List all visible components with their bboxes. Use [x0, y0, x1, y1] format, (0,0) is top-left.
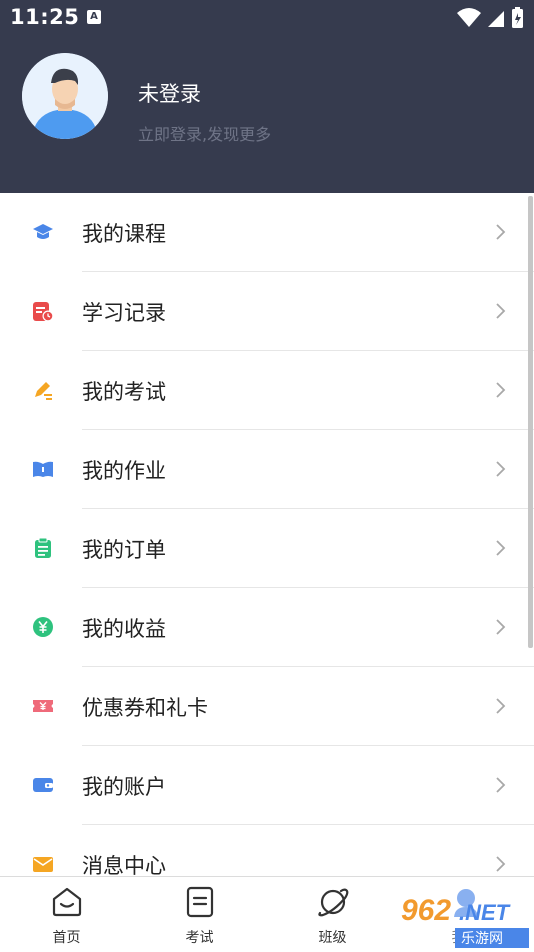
graduation-cap-icon — [33, 224, 53, 239]
menu-item-label: 我的考试 — [82, 380, 166, 404]
battery-icon — [512, 7, 523, 28]
avatar[interactable] — [22, 53, 108, 139]
tab-class[interactable]: 班级 — [266, 877, 399, 952]
menu-item-earnings[interactable]: 我的收益 — [0, 588, 534, 667]
menu-list: 我的课程 学习记录 我的考试 我的作业 我的订单 我的收益 优惠券和礼卡 我的账… — [0, 193, 534, 904]
menu-item-exams[interactable]: 我的考试 — [0, 351, 534, 430]
svg-text:.NET: .NET — [459, 900, 511, 925]
chevron-right-icon — [496, 461, 506, 477]
status-bar: 11:25 A — [0, 0, 534, 36]
chevron-right-icon — [496, 224, 506, 240]
wifi-icon — [457, 8, 481, 27]
svg-text:乐游网: 乐游网 — [461, 931, 503, 947]
menu-item-label: 学习记录 — [82, 301, 166, 325]
menu-item-label: 我的作业 — [82, 459, 166, 483]
status-time: 11:25 — [10, 5, 80, 29]
menu-item-coupons[interactable]: 优惠券和礼卡 — [0, 667, 534, 746]
tab-label: 首页 — [52, 930, 81, 946]
notification-badge: A — [87, 10, 101, 24]
tab-home[interactable]: 首页 — [0, 877, 133, 952]
menu-item-orders[interactable]: 我的订单 — [0, 509, 534, 588]
menu-item-label: 我的订单 — [82, 538, 166, 562]
coupon-icon — [33, 700, 53, 712]
menu-item-label: 我的收益 — [82, 617, 166, 641]
wallet-icon — [33, 778, 53, 792]
login-status-name[interactable]: 未登录 — [138, 78, 201, 108]
svg-text:962: 962 — [401, 894, 451, 927]
menu-item-label: 优惠券和礼卡 — [82, 696, 208, 720]
chevron-right-icon — [496, 303, 506, 319]
chevron-right-icon — [496, 540, 506, 556]
status-icons — [456, 6, 526, 28]
menu-item-courses[interactable]: 我的课程 — [0, 193, 534, 272]
menu-item-label: 我的课程 — [82, 222, 166, 246]
menu-item-label: 我的账户 — [82, 775, 166, 799]
tab-exam[interactable]: 考试 — [133, 877, 266, 952]
menu-item-account[interactable]: 我的账户 — [0, 746, 534, 825]
chevron-right-icon — [496, 619, 506, 635]
tab-label: 班级 — [318, 930, 347, 946]
profile-header: 11:25 A 未登录 立即登录,发现更多 — [0, 0, 534, 193]
study-record-icon — [33, 302, 54, 322]
chevron-right-icon — [496, 382, 506, 398]
chevron-right-icon — [496, 777, 506, 793]
tab-label: 考试 — [185, 930, 214, 946]
envelope-icon — [33, 857, 53, 872]
chevron-right-icon — [496, 698, 506, 714]
scrollbar[interactable] — [528, 196, 533, 648]
pencil-exam-icon — [35, 382, 52, 400]
book-icon — [33, 461, 53, 477]
menu-item-homework[interactable]: 我的作业 — [0, 430, 534, 509]
signal-icon — [488, 11, 504, 27]
user-avatar-icon — [22, 53, 108, 139]
planet-icon — [317, 888, 348, 917]
menu-item-study-record[interactable]: 学习记录 — [0, 272, 534, 351]
clipboard-icon — [35, 537, 51, 558]
site-watermark-logo: 962 .NET 乐游网 — [395, 882, 534, 951]
home-icon — [52, 887, 81, 917]
exam-icon — [186, 886, 213, 918]
yen-coin-icon — [33, 617, 53, 637]
login-prompt[interactable]: 立即登录,发现更多 — [138, 121, 271, 145]
chevron-right-icon — [496, 856, 506, 872]
